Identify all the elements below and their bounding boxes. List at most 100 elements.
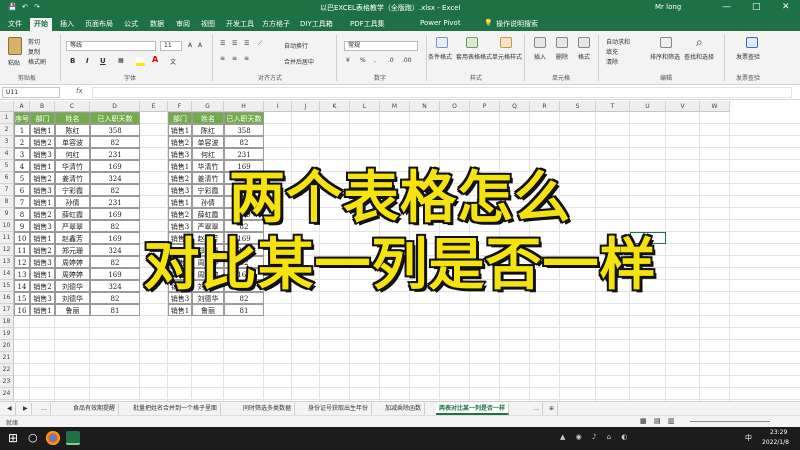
table2-cell[interactable]: 华清竹 — [192, 160, 224, 172]
table1-cell[interactable]: 严翠翠 — [55, 220, 90, 232]
table1-cell[interactable]: 刘德华 — [55, 292, 90, 304]
table1-cell[interactable]: 销售2 — [30, 244, 55, 256]
column-header-p[interactable]: P — [470, 101, 500, 112]
page-break-view-icon[interactable]: ▥ — [668, 417, 675, 425]
function-icon[interactable]: fx — [76, 87, 83, 95]
table2-cell[interactable]: 销售2 — [168, 208, 192, 220]
table1-cell[interactable]: 鲁丽 — [55, 304, 90, 316]
cell-styles-button[interactable]: 单元格样式 — [492, 52, 522, 61]
table1-cell[interactable]: 169 — [90, 160, 140, 172]
table1-cell[interactable]: 孙倩 — [55, 196, 90, 208]
table1-cell[interactable]: 15 — [14, 292, 30, 304]
table1-cell[interactable]: 宁彩霞 — [55, 184, 90, 196]
format-as-table-button[interactable]: 套用表格格式 — [456, 52, 492, 61]
paste-button[interactable]: 粘贴 — [8, 58, 20, 67]
table1-cell[interactable]: 231 — [90, 196, 140, 208]
column-header-m[interactable]: M — [380, 101, 410, 112]
table2-cell[interactable]: 销售3 — [168, 220, 192, 232]
table1-cell[interactable]: 3 — [14, 148, 30, 160]
sheet-more-icon[interactable]: … — [38, 403, 51, 415]
table1-cell[interactable]: 单容波 — [55, 136, 90, 148]
column-header-w[interactable]: W — [700, 101, 730, 112]
table2-cell[interactable]: 82 — [224, 136, 264, 148]
table1-cell[interactable]: 周婷婷 — [55, 268, 90, 280]
column-header-v[interactable]: V — [666, 101, 700, 112]
table2-cell[interactable]: 销售1 — [168, 304, 192, 316]
cut-button[interactable]: 剪切 — [28, 37, 40, 46]
table1-cell[interactable]: 82 — [90, 220, 140, 232]
table1-cell[interactable]: 薛虹霞 — [55, 208, 90, 220]
copy-button[interactable]: 复制 — [28, 47, 40, 56]
align-bottom-icon[interactable]: ☰ — [244, 40, 249, 47]
row-header-2[interactable]: 2 — [0, 124, 14, 136]
table1-cell[interactable]: 82 — [90, 136, 140, 148]
conditional-format-button[interactable]: 条件格式 — [428, 52, 452, 61]
font-color-icon[interactable]: A — [152, 55, 158, 64]
table2-cell[interactable]: 销售3 — [168, 256, 192, 268]
user-name[interactable]: Mr long — [655, 3, 681, 11]
wrap-text-button[interactable]: 自动换行 — [284, 41, 308, 50]
insert-cells-icon[interactable] — [534, 37, 546, 48]
comma-icon[interactable]: , — [374, 57, 376, 64]
undo-icon[interactable]: ↶ — [22, 3, 28, 11]
sheet-nav-next-icon[interactable]: ▶ — [20, 403, 32, 415]
column-header-n[interactable]: N — [410, 101, 440, 112]
table1-cell[interactable]: 2 — [14, 136, 30, 148]
row-header-17[interactable]: 17 — [0, 304, 14, 316]
insert-cells-button[interactable]: 插入 — [534, 52, 546, 61]
column-header-a[interactable]: A — [14, 101, 30, 112]
row-header-21[interactable]: 21 — [0, 352, 14, 364]
row-header-12[interactable]: 12 — [0, 244, 14, 256]
row-header-6[interactable]: 6 — [0, 172, 14, 184]
table2-cell[interactable]: 81 — [224, 304, 264, 316]
align-top-icon[interactable]: ☰ — [220, 40, 225, 47]
table1-cell[interactable]: 13 — [14, 268, 30, 280]
fill-button[interactable]: 填充 — [606, 47, 618, 56]
delete-cells-icon[interactable] — [556, 37, 568, 48]
table2-cell[interactable]: 销售1 — [168, 160, 192, 172]
table2-cell[interactable]: 宁彩霞 — [192, 184, 224, 196]
table2-cell[interactable]: 销售2 — [168, 244, 192, 256]
column-header-e[interactable]: E — [140, 101, 168, 112]
table2-cell[interactable]: 销售3 — [168, 292, 192, 304]
table1-cell[interactable]: 销售3 — [30, 256, 55, 268]
invoice-icon[interactable] — [746, 37, 758, 48]
orientation-icon[interactable]: ⟋ — [258, 40, 262, 48]
tab-developer[interactable]: 开发工具 — [226, 19, 254, 29]
column-header-j[interactable]: J — [292, 101, 320, 112]
table1-cell[interactable]: 324 — [90, 244, 140, 256]
align-middle-icon[interactable]: ☰ — [232, 40, 237, 47]
table1-cell[interactable]: 1 — [14, 124, 30, 136]
table2-cell[interactable]: 薛虹霞 — [192, 208, 224, 220]
row-header-4[interactable]: 4 — [0, 148, 14, 160]
table2-cell[interactable]: 169 — [224, 232, 264, 244]
column-header-g[interactable]: G — [192, 101, 224, 112]
table1-cell[interactable]: 82 — [90, 292, 140, 304]
border-icon[interactable]: ▦ — [118, 57, 124, 64]
table1-cell[interactable]: 周婷婷 — [55, 256, 90, 268]
table1-cell[interactable]: 231 — [90, 148, 140, 160]
row-header-24[interactable]: 24 — [0, 388, 14, 400]
ime-indicator[interactable]: 中 — [745, 433, 752, 443]
column-header-c[interactable]: C — [55, 101, 90, 112]
table1-cell[interactable]: 销售3 — [30, 292, 55, 304]
redo-icon[interactable]: ↷ — [34, 3, 40, 11]
tab-home[interactable]: 开始 — [30, 18, 52, 31]
column-header-o[interactable]: O — [440, 101, 470, 112]
table2-cell[interactable]: 赵鑫芳 — [192, 232, 224, 244]
sheet-tab[interactable]: 加减乘除函数 — [382, 403, 426, 415]
table1-cell[interactable]: 销售1 — [30, 232, 55, 244]
table2-cell[interactable]: 销售2 — [168, 280, 192, 292]
column-header-i[interactable]: I — [264, 101, 292, 112]
table2-cell[interactable]: 324 — [224, 172, 264, 184]
tab-review[interactable]: 审阅 — [176, 19, 190, 29]
tab-power-pivot[interactable]: Power Pivot — [420, 19, 461, 27]
table1-cell[interactable]: 销售1 — [30, 304, 55, 316]
tab-diy[interactable]: DIY工具箱 — [300, 19, 333, 29]
tab-view[interactable]: 视图 — [201, 19, 215, 29]
windows-start-icon[interactable]: ⊞ — [8, 431, 18, 445]
merge-center-button[interactable]: 合并后居中 — [284, 57, 314, 66]
tab-pdf[interactable]: PDF工具集 — [350, 19, 385, 29]
table2-cell[interactable]: 169 — [224, 268, 264, 280]
table2-cell[interactable]: 周婷婷 — [192, 256, 224, 268]
